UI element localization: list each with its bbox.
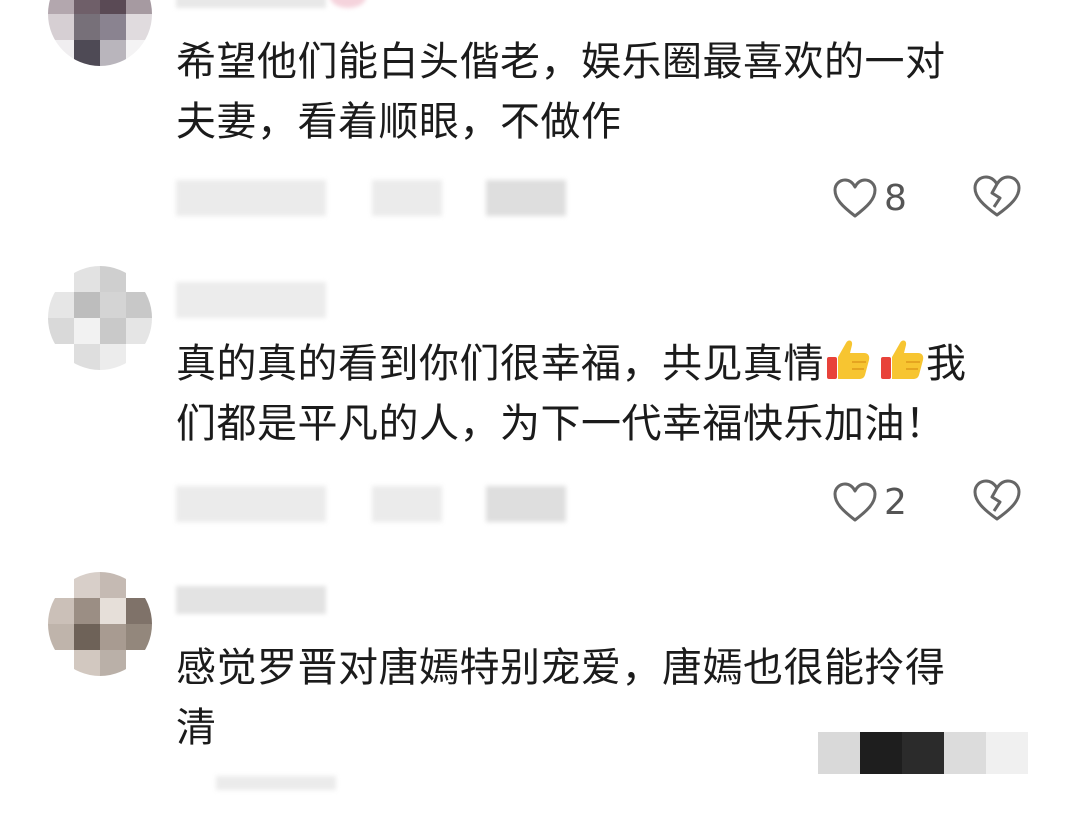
thumbs-up-emoji-icon (881, 340, 924, 379)
dislike-button[interactable] (972, 174, 1024, 222)
comment-meta (176, 180, 596, 220)
reply-redacted (486, 180, 566, 216)
timestamp-redacted (176, 486, 326, 522)
heart-outline-icon (833, 178, 877, 218)
reply-redacted (486, 486, 566, 522)
comment-text-line: 夫妻，看着顺眼，不做作 (176, 99, 622, 145)
location-redacted (372, 180, 442, 216)
username-redacted (176, 282, 326, 318)
comment-text-line: 们都是平凡的人，为下一代幸福快乐加油！ (176, 401, 946, 447)
comment-text-line: 希望他们能白头偕老，娱乐圈最喜欢的一对 (176, 39, 946, 85)
like-count: 8 (884, 177, 907, 219)
location-redacted (372, 486, 442, 522)
like-button[interactable]: 2 (832, 478, 907, 526)
user-badge (330, 0, 366, 8)
broken-heart-icon (973, 479, 1021, 521)
comment-text-line: 真的真的看到你们很幸福，共见真情 (176, 341, 824, 387)
dislike-button[interactable] (972, 478, 1024, 526)
username-redacted (176, 0, 326, 8)
comment-meta (176, 486, 596, 526)
comment-text: 希望他们能白头偕老，娱乐圈最喜欢的一对 夫妻，看着顺眼，不做作 (176, 32, 1036, 152)
avatar[interactable] (48, 572, 152, 676)
broken-heart-icon (973, 175, 1021, 217)
avatar[interactable] (48, 0, 152, 66)
heart-outline-icon (833, 482, 877, 522)
timestamp-redacted (176, 180, 326, 216)
username-redacted (176, 586, 326, 614)
pixelated-overlay (818, 732, 1028, 774)
comment-text: 真的真的看到你们很幸福，共见真情 我 们都是平凡的人，为下一代幸福快乐加油！ (176, 334, 1036, 454)
thumbs-up-emoji-icon (827, 340, 870, 379)
comment-text-line: 感觉罗晋对唐嫣特别宠爱，唐嫣也很能拎得 (176, 645, 946, 691)
like-count: 2 (884, 481, 907, 523)
like-button[interactable]: 8 (832, 174, 907, 222)
comment-meta (176, 776, 596, 816)
comment-text-line: 我 (926, 341, 967, 387)
avatar[interactable] (48, 266, 152, 370)
